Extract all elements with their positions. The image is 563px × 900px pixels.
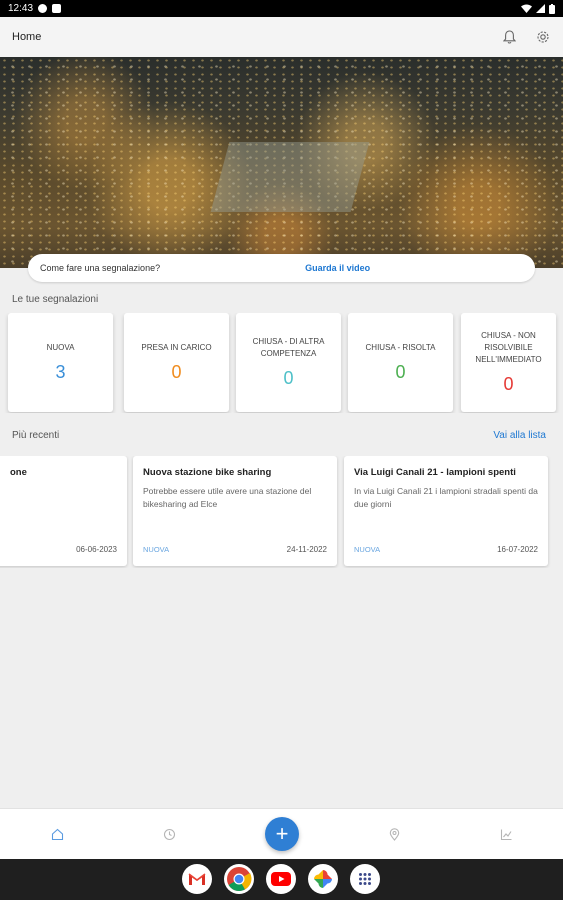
stat-card-non-risolvibile[interactable]: CHIUSA - NON RISOLVIBILE NELL'IMMEDIATO … (461, 313, 556, 412)
stat-card-altra-competenza[interactable]: CHIUSA - DI ALTRA COMPETENZA 0 (236, 313, 341, 412)
stat-value: 0 (503, 374, 514, 394)
chrome-icon[interactable] (224, 864, 254, 894)
stat-label: CHIUSA - DI ALTRA COMPETENZA (252, 337, 325, 358)
stat-value: 0 (283, 368, 294, 388)
report-title: Via Luigi Canali 21 - lampioni spenti (354, 467, 516, 478)
report-date: 24-11-2022 (286, 545, 327, 554)
page-title: Home (12, 31, 42, 43)
home-icon[interactable] (49, 826, 65, 842)
report-description: In via Luigi Canali 21 i lampioni strada… (354, 486, 538, 509)
stat-label: PRESA IN CARICO (141, 343, 212, 352)
clock-icon[interactable] (161, 826, 177, 842)
sd-card-icon (52, 4, 62, 13)
recent-reports-carousel[interactable]: one 06-06-2023 Nuova stazione bike shari… (0, 456, 563, 568)
add-icon: + (275, 821, 289, 846)
report-description: Potrebbe essere utile avere una stazione… (143, 486, 312, 509)
status-bar: 12:43 (0, 0, 563, 17)
report-date: 16-07-2022 (497, 545, 538, 554)
wifi-icon (521, 4, 532, 13)
report-status: NUOVA (354, 545, 381, 554)
signal-icon (536, 4, 545, 13)
video-prompt-question: Come fare una segnalazione? (40, 263, 161, 273)
battery-icon (549, 3, 555, 14)
app-bar: Home (0, 17, 563, 57)
chart-icon[interactable] (498, 826, 514, 842)
stat-card-nuova[interactable]: NUOVA 3 (8, 313, 113, 412)
stats-section-label: Le tue segnalazioni (12, 294, 99, 305)
photos-icon[interactable] (308, 864, 338, 894)
report-title: one (10, 467, 27, 478)
stat-card-presa-in-carico[interactable]: PRESA IN CARICO 0 (124, 313, 229, 412)
report-card[interactable]: one 06-06-2023 (0, 456, 127, 566)
report-status: NUOVA (143, 545, 170, 554)
video-prompt-bar: Come fare una segnalazione? Guarda il vi… (28, 254, 535, 282)
status-time: 12:43 (8, 3, 34, 14)
report-date: 06-06-2023 (76, 545, 117, 554)
add-report-button[interactable]: + (265, 817, 299, 851)
app-drawer-icon[interactable] (350, 864, 380, 894)
notification-icon (38, 4, 48, 13)
android-taskbar (0, 859, 563, 900)
report-card[interactable]: Via Luigi Canali 21 - lampioni spenti In… (344, 456, 548, 566)
map-pin-icon[interactable] (386, 826, 402, 842)
stat-card-risolta[interactable]: CHIUSA - RISOLTA 0 (348, 313, 453, 412)
hero-image (0, 57, 563, 268)
stat-value: 0 (171, 362, 182, 382)
stat-value: 0 (395, 362, 406, 382)
stat-label: CHIUSA - NON RISOLVIBILE NELL'IMMEDIATO (475, 331, 542, 364)
report-title: Nuova stazione bike sharing (143, 467, 272, 478)
recent-section-label: Più recenti (12, 430, 60, 441)
youtube-icon[interactable] (266, 864, 296, 894)
gmail-icon[interactable] (182, 864, 212, 894)
watch-video-link[interactable]: Guarda il video (305, 263, 370, 273)
view-list-link[interactable]: Vai alla lista (493, 430, 546, 441)
bell-icon[interactable] (501, 29, 517, 45)
stats-carousel[interactable]: NUOVA 3 PRESA IN CARICO 0 CHIUSA - DI AL… (0, 313, 563, 413)
gear-icon[interactable] (535, 29, 551, 45)
stat-label: CHIUSA - RISOLTA (365, 343, 436, 352)
report-card[interactable]: Nuova stazione bike sharing Potrebbe ess… (133, 456, 337, 566)
stat-value: 3 (55, 362, 66, 382)
stat-label: NUOVA (46, 343, 75, 352)
